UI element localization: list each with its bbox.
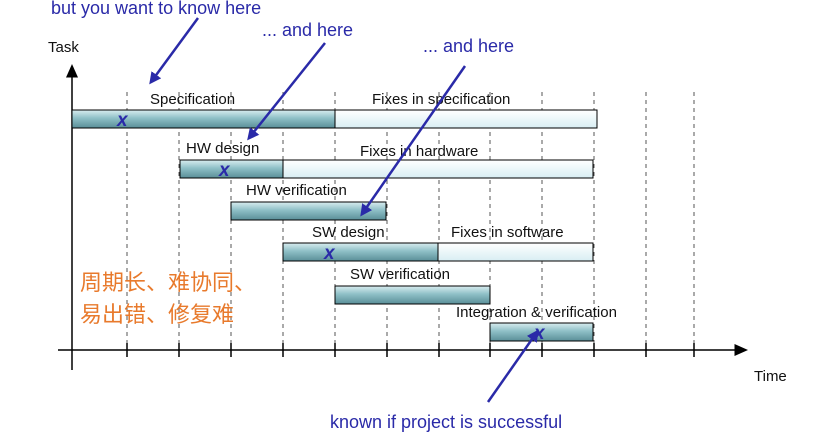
annotation-top-mid: ... and here (262, 20, 353, 40)
x-axis-label: Time (754, 368, 787, 385)
arrow-to-integration (486, 329, 539, 403)
task-label: Specification (150, 91, 235, 108)
task-label: HW verification (246, 182, 347, 199)
task-bar (71, 109, 336, 129)
task-specification: Specification Fixes in specification (71, 91, 598, 129)
task-hw-design: HW design Fixes in hardware (179, 140, 594, 179)
fix-bar (334, 109, 598, 129)
x-marker-icon: x (116, 110, 129, 131)
task-bar (282, 242, 439, 262)
waterfall-diagram: Task Time Specification Fixes in specifi… (0, 0, 835, 438)
fix-bar (282, 159, 594, 179)
annotation-top-right: ... and here (423, 36, 514, 56)
task-bar (179, 159, 284, 179)
side-note-line2: 易出错、修复难 (80, 303, 234, 328)
task-label: SW verification (350, 266, 450, 283)
fix-label: Fixes in software (451, 224, 564, 241)
arrow-to-specification (149, 17, 200, 85)
task-label: HW design (186, 140, 259, 157)
x-marker-icon: x (323, 243, 336, 264)
annotation-top-left: but you want to know here (51, 0, 261, 18)
side-note-line1: 周期长、难协同、 (80, 271, 256, 296)
diagram-canvas: Task Time Specification Fixes in specifi… (48, 0, 787, 432)
annotation-bottom: known if project is successful (330, 412, 562, 432)
x-marker-icon: x (218, 160, 231, 181)
task-sw-verification: SW verification (334, 266, 491, 305)
task-bar (334, 285, 491, 305)
task-label: SW design (312, 224, 385, 241)
arrow-to-hw-verification (360, 65, 467, 217)
fix-label: Fixes in hardware (360, 143, 478, 160)
y-axis-label: Task (48, 39, 79, 56)
task-label: Integration & verification (456, 304, 617, 321)
fix-bar (437, 242, 594, 262)
